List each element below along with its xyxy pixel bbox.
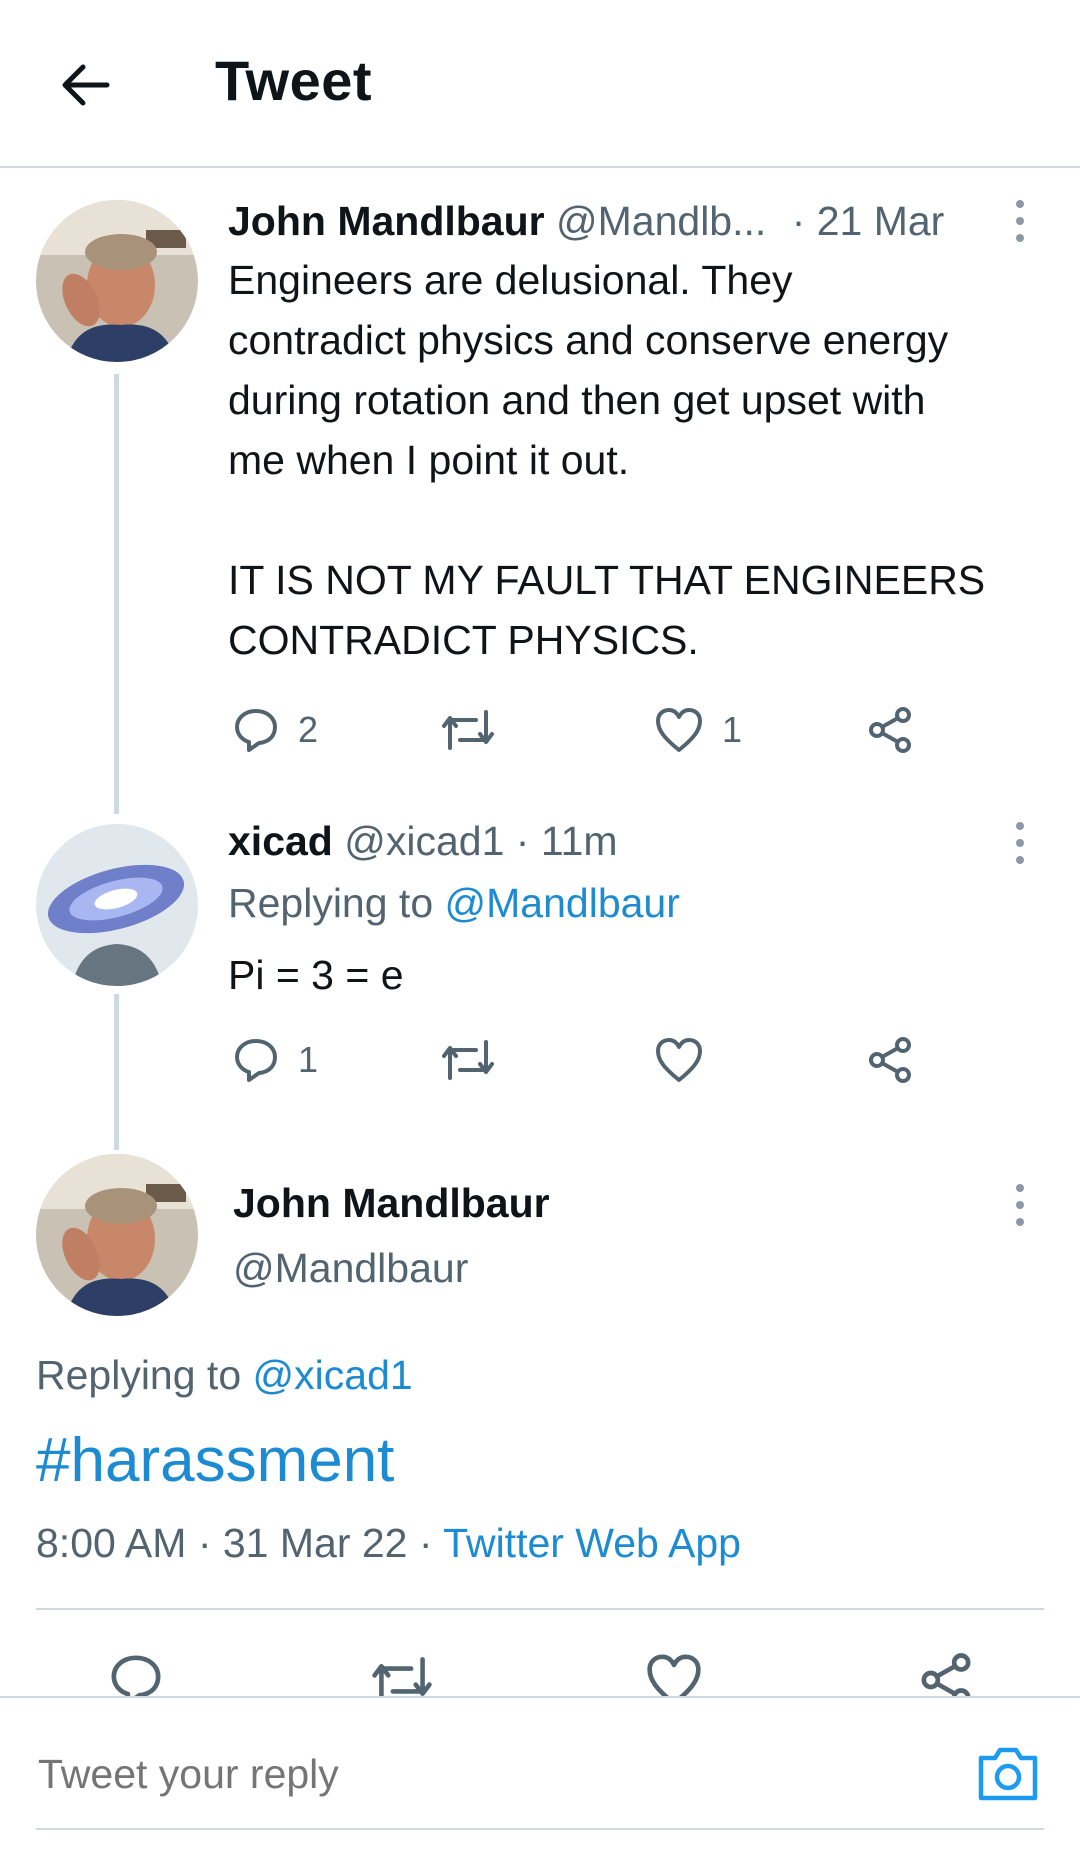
tweet-time[interactable]: · 11m [516, 818, 618, 864]
avatar-xicad[interactable] [36, 824, 198, 986]
divider [36, 1828, 1044, 1830]
tweet-text: Pi = 3 = e [228, 952, 404, 998]
more-vertical-icon[interactable] [1005, 1180, 1035, 1230]
tweet2-header: xicad @xicad1 · 11m [228, 818, 618, 865]
replying-to: Replying to @Mandlbaur [228, 880, 680, 926]
replying-to: Replying to @xicad1 [36, 1352, 413, 1398]
divider [36, 1608, 1044, 1610]
page-title: Tweet [215, 49, 373, 112]
thread-connector [114, 374, 119, 814]
reply-action[interactable]: 2 [232, 700, 318, 760]
reply-bubble-icon [235, 709, 277, 752]
main-author-handle[interactable]: @Mandlbaur [233, 1245, 468, 1292]
replying-to-link[interactable]: @xicad1 [253, 1352, 413, 1398]
more-vertical-icon[interactable] [1005, 196, 1035, 246]
share-icon [869, 707, 911, 753]
author-handle[interactable]: @Mandlb... [556, 198, 766, 244]
retweet-action[interactable] [440, 700, 496, 760]
camera-icon [978, 1747, 1038, 1801]
top-app-bar: Tweet [0, 0, 1080, 168]
tweet-source-link[interactable]: Twitter Web App [443, 1520, 741, 1566]
tweet-text: Engineers are delusional. They contradic… [228, 257, 986, 663]
more-vertical-icon[interactable] [1005, 818, 1035, 868]
replying-to-link[interactable]: @Mandlbaur [445, 880, 680, 926]
avatar-john-mandlbaur[interactable] [36, 200, 198, 362]
like-count: 1 [722, 709, 743, 750]
camera-button[interactable] [975, 1740, 1041, 1806]
main-author-name[interactable]: John Mandlbaur [233, 1180, 550, 1227]
avatar-john-mandlbaur[interactable] [36, 1154, 198, 1316]
share-action[interactable] [866, 1030, 914, 1090]
tweet-time[interactable]: · 21 Mar [792, 198, 945, 244]
retweet-action[interactable] [440, 1030, 496, 1090]
hashtag-link[interactable]: #harassment [36, 1425, 394, 1496]
share-action[interactable] [866, 700, 914, 760]
retweet-icon [442, 710, 494, 750]
heart-icon [656, 708, 702, 752]
author-name[interactable]: John Mandlbaur [228, 198, 545, 244]
like-action[interactable] [654, 1030, 704, 1090]
reply-bubble-icon [235, 1039, 277, 1082]
reply-composer [0, 1696, 1080, 1850]
reply-action[interactable]: 1 [232, 1030, 318, 1090]
share-icon [869, 1037, 911, 1083]
author-name[interactable]: xicad [228, 818, 333, 864]
tweet-meta: 8:00 AM · 31 Mar 22 · Twitter Web App [36, 1520, 741, 1567]
author-handle[interactable]: @xicad1 [344, 818, 504, 864]
retweet-icon [442, 1040, 494, 1080]
tweet1-header: John Mandlbaur @Mandlb... · 21 Mar [228, 198, 944, 245]
reply-count: 2 [298, 709, 319, 750]
reply-input[interactable] [36, 1750, 940, 1799]
heart-icon [656, 1038, 702, 1082]
arrow-left-icon [62, 64, 110, 106]
like-action[interactable]: 1 [654, 700, 742, 760]
reply-count: 1 [298, 1039, 319, 1080]
tweet-timestamp: 8:00 AM · 31 Mar 22 · [36, 1520, 433, 1566]
back-button[interactable] [52, 52, 118, 118]
thread-connector [114, 994, 119, 1150]
